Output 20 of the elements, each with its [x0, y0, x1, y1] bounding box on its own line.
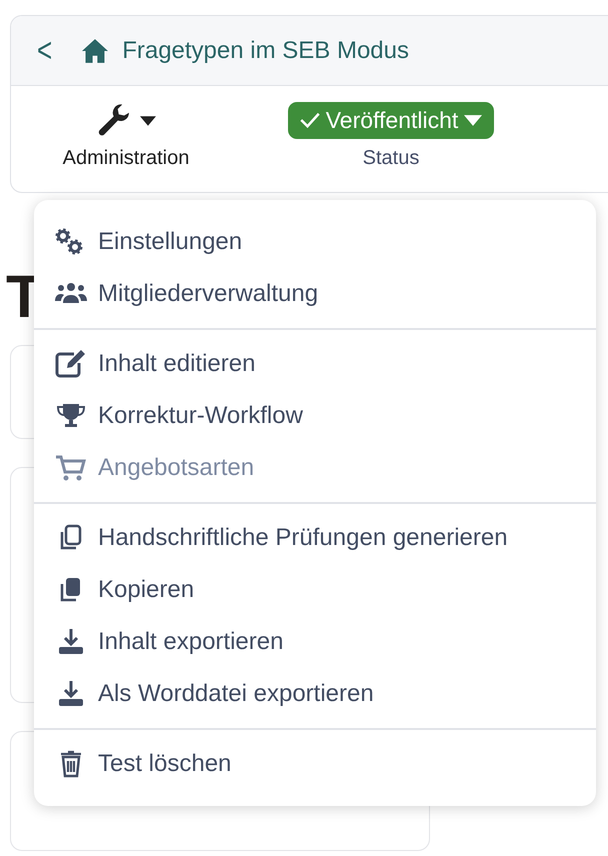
- menu-item[interactable]: Einstellungen: [34, 216, 596, 268]
- status-label: Status: [362, 146, 420, 170]
- menu-item[interactable]: Kopieren: [34, 564, 596, 616]
- menu-item[interactable]: Handschriftliche Prüfungen generieren: [34, 512, 596, 564]
- status-dropdown-button[interactable]: Veröffentlicht: [288, 102, 494, 138]
- check-icon: [300, 111, 320, 130]
- course-title-link[interactable]: Fragetypen im SEB Modus: [80, 32, 409, 68]
- menu-item[interactable]: Korrektur-Workflow: [34, 390, 596, 442]
- menu-item[interactable]: Inhalt editieren: [34, 338, 596, 390]
- edit-icon: [54, 349, 88, 379]
- menu-item[interactable]: Inhalt exportieren: [34, 616, 596, 668]
- menu-item[interactable]: Mitgliederverwaltung: [34, 268, 596, 320]
- back-button[interactable]: <: [29, 25, 60, 76]
- caret-down-icon: [464, 114, 482, 126]
- cart-icon: [54, 453, 88, 483]
- caret-down-icon: [140, 116, 156, 126]
- home-icon: [80, 38, 110, 64]
- administration-button[interactable]: Administration: [11, 102, 241, 174]
- menu-item[interactable]: Als Worddatei exportieren: [34, 668, 596, 720]
- menu-item[interactable]: Test löschen: [34, 738, 596, 790]
